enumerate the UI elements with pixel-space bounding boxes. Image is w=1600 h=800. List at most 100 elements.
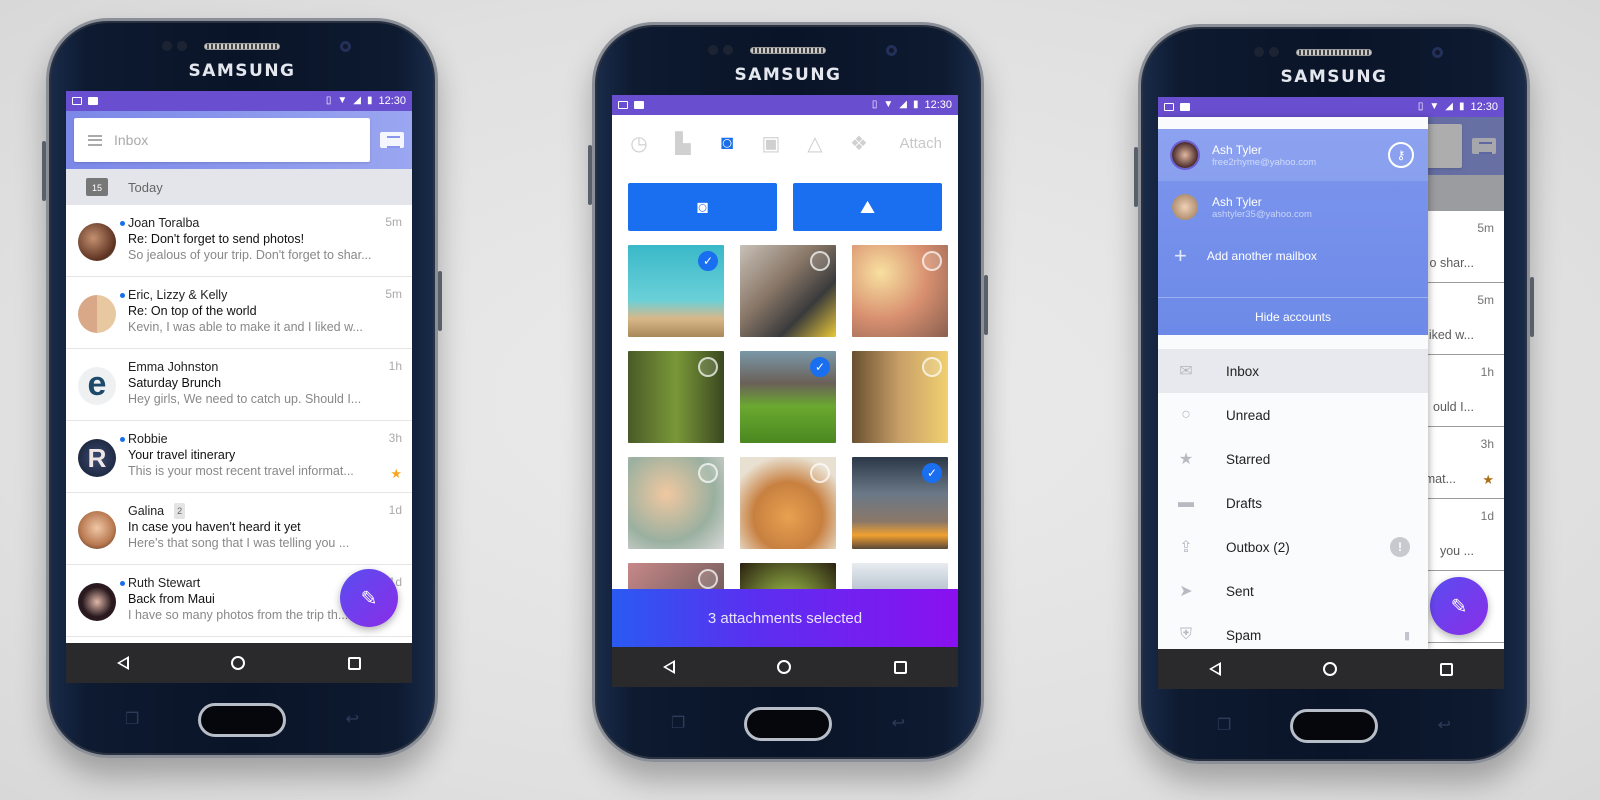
back-button[interactable] bbox=[117, 656, 130, 670]
spam-icon: ⛨ bbox=[1179, 626, 1192, 643]
account-name: Ash Tyler bbox=[1212, 142, 1262, 157]
back-button[interactable] bbox=[663, 660, 676, 674]
preview: rmat... bbox=[1420, 472, 1456, 486]
photo-thumbnail[interactable] bbox=[628, 457, 724, 549]
google-drive-icon[interactable]: △ bbox=[804, 132, 826, 155]
search-input[interactable]: Inbox bbox=[74, 118, 370, 162]
folder-outbox[interactable]: ⇪ Outbox (2) ! bbox=[1158, 525, 1428, 569]
battery-icon: ▮ bbox=[1458, 101, 1465, 112]
account-item-active[interactable]: Ash Tyler free2rhyme@yahoo.com ⚷ bbox=[1158, 129, 1428, 181]
mail-item[interactable]: R Robbie Your travel itinerary This is y… bbox=[66, 421, 412, 493]
photo-thumbnail[interactable] bbox=[740, 245, 836, 337]
menu-icon[interactable] bbox=[88, 134, 102, 146]
phone-drawer: SAMSUNG ▯ ▼ ◢ ▮ 12:30 5mo shar... 5mik bbox=[1134, 24, 1534, 764]
earpiece-speaker bbox=[204, 43, 280, 50]
folder-sent[interactable]: ➤ Sent bbox=[1158, 569, 1428, 613]
mail-notification-icon bbox=[88, 97, 98, 105]
star-icon[interactable]: ★ bbox=[390, 466, 402, 482]
folder-label: Starred bbox=[1226, 451, 1271, 467]
recents-button[interactable] bbox=[1439, 662, 1453, 676]
photo-thumbnail[interactable] bbox=[628, 351, 724, 443]
message-list-icon bbox=[1472, 138, 1496, 154]
photo-thumbnail[interactable] bbox=[852, 245, 948, 337]
select-circle[interactable] bbox=[922, 251, 942, 271]
photo-thumbnail[interactable]: ✓ bbox=[740, 351, 836, 443]
recents-capacitive-key[interactable]: ❐ bbox=[671, 713, 685, 733]
open-gallery-button[interactable]: ⛰ bbox=[793, 183, 942, 231]
timestamp: 5m bbox=[1477, 221, 1494, 235]
navigation-drawer: Ash Tyler free2rhyme@yahoo.com ⚷ Ash Tyl… bbox=[1158, 117, 1428, 649]
recent-icon[interactable]: ◷ bbox=[628, 132, 650, 155]
clock: 12:30 bbox=[378, 95, 406, 107]
photo-thumbnail[interactable] bbox=[740, 457, 836, 549]
folder-unread[interactable]: ○ Unread bbox=[1158, 393, 1428, 437]
physical-home-button[interactable] bbox=[744, 707, 832, 741]
message-list-icon[interactable] bbox=[380, 132, 404, 148]
home-button[interactable] bbox=[777, 660, 792, 674]
back-capacitive-key[interactable]: ↩ bbox=[1438, 715, 1451, 735]
attach-screen: ▯ ▼ ◢ ▮ 12:30 ◷ ▙ ◙ ▣ △ ❖ Attach ◙ ⛰ ✓ ✓ bbox=[612, 95, 958, 687]
photo-thumbnail[interactable]: ✓ bbox=[628, 245, 724, 337]
attachment-source-tabs: ◷ ▙ ◙ ▣ △ ❖ Attach bbox=[612, 115, 958, 171]
folder-label: Inbox bbox=[1226, 363, 1260, 379]
recents-capacitive-key[interactable]: ❐ bbox=[125, 709, 139, 729]
compose-button[interactable]: ✎ bbox=[1430, 577, 1488, 635]
hide-accounts-button[interactable]: Hide accounts bbox=[1158, 297, 1428, 335]
video-icon[interactable]: ▣ bbox=[760, 132, 782, 155]
camera-icon: ◙ bbox=[697, 196, 708, 217]
capture-buttons: ◙ ⛰ bbox=[612, 171, 958, 243]
add-mailbox-button[interactable]: + Add another mailbox bbox=[1158, 233, 1428, 279]
compose-button[interactable]: ✎ bbox=[340, 569, 398, 627]
preview: Kevin, I was able to make it and I liked… bbox=[128, 320, 363, 334]
home-button[interactable] bbox=[231, 656, 246, 670]
recents-capacitive-key[interactable]: ❐ bbox=[1217, 715, 1231, 735]
trash-icon[interactable]: ▮ bbox=[1404, 629, 1410, 642]
subject: Saturday Brunch bbox=[128, 376, 222, 390]
document-icon[interactable]: ▙ bbox=[672, 132, 694, 155]
recents-button[interactable] bbox=[893, 660, 907, 674]
select-circle[interactable] bbox=[698, 463, 718, 483]
folder-drafts[interactable]: ▬ Drafts bbox=[1158, 481, 1428, 525]
mail-item[interactable]: Joan Toralba Re: Don't forget to send ph… bbox=[66, 205, 412, 277]
subject: Re: On top of the world bbox=[128, 304, 257, 318]
mail-item[interactable]: Galina 2 In case you haven't heard it ye… bbox=[66, 493, 412, 565]
status-bar: ▯ ▼ ◢ ▮ 12:30 bbox=[1158, 97, 1504, 117]
preview: Here's that song that I was telling you … bbox=[128, 536, 350, 550]
folder-starred[interactable]: ★ Starred bbox=[1158, 437, 1428, 481]
unread-indicator bbox=[120, 581, 125, 586]
mail-item[interactable]: e Emma Johnston Saturday Brunch Hey girl… bbox=[66, 349, 412, 421]
selected-check-icon[interactable]: ✓ bbox=[698, 251, 718, 271]
camera-icon[interactable]: ◙ bbox=[716, 132, 738, 154]
selection-status-bar[interactable]: 3 attachments selected bbox=[612, 589, 958, 647]
photo-thumbnail[interactable]: ✓ bbox=[852, 457, 948, 549]
back-capacitive-key[interactable]: ↩ bbox=[346, 709, 359, 729]
home-button[interactable] bbox=[1323, 662, 1338, 676]
physical-home-button[interactable] bbox=[1290, 709, 1378, 743]
alert-icon: ! bbox=[1390, 537, 1410, 557]
signal-icon: ◢ bbox=[1445, 101, 1453, 112]
photo-thumbnail[interactable] bbox=[852, 351, 948, 443]
selected-check-icon[interactable]: ✓ bbox=[810, 357, 830, 377]
select-circle[interactable] bbox=[698, 569, 718, 589]
select-circle[interactable] bbox=[810, 463, 830, 483]
back-capacitive-key[interactable]: ↩ bbox=[892, 713, 905, 733]
front-camera bbox=[340, 41, 351, 52]
timestamp: 5m bbox=[385, 215, 402, 229]
dropbox-icon[interactable]: ❖ bbox=[848, 132, 870, 155]
timestamp: 5m bbox=[1477, 293, 1494, 307]
account-item[interactable]: Ash Tyler ashtyler35@yahoo.com bbox=[1158, 181, 1428, 233]
select-circle[interactable] bbox=[922, 357, 942, 377]
unread-indicator bbox=[120, 293, 125, 298]
key-icon[interactable]: ⚷ bbox=[1388, 142, 1414, 168]
folder-inbox[interactable]: ✉ Inbox bbox=[1158, 349, 1428, 393]
battery-icon: ▮ bbox=[912, 99, 919, 110]
back-button[interactable] bbox=[1209, 662, 1222, 676]
mail-item[interactable]: Eric, Lizzy & Kelly Re: On top of the wo… bbox=[66, 277, 412, 349]
selected-check-icon[interactable]: ✓ bbox=[922, 463, 942, 483]
select-circle[interactable] bbox=[810, 251, 830, 271]
take-photo-button[interactable]: ◙ bbox=[628, 183, 777, 231]
recents-button[interactable] bbox=[347, 656, 361, 670]
select-circle[interactable] bbox=[698, 357, 718, 377]
status-bar: ▯ ▼ ◢ ▮ 12:30 bbox=[612, 95, 958, 115]
physical-home-button[interactable] bbox=[198, 703, 286, 737]
